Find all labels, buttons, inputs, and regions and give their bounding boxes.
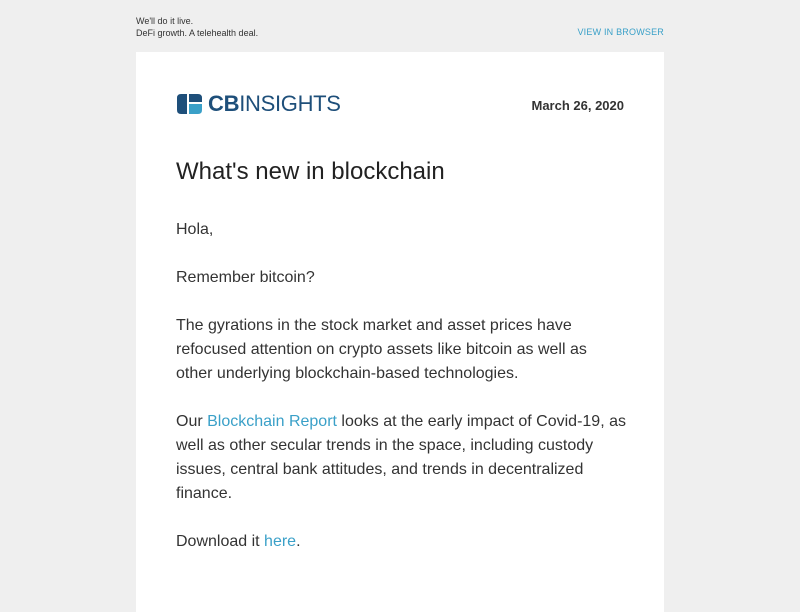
- cb-insights-logo[interactable]: CBINSIGHTS: [176, 92, 341, 116]
- blockchain-report-link[interactable]: Blockchain Report: [207, 413, 337, 430]
- paragraph-4: Download it here.: [176, 530, 626, 554]
- greeting: Hola,: [176, 221, 214, 238]
- preheader: We'll do it live. DeFi growth. A telehea…: [136, 15, 258, 39]
- email-card: CBINSIGHTS March 26, 2020 What's new in …: [136, 52, 664, 612]
- logo-insights: INSIGHTS: [239, 91, 341, 116]
- paragraph-2: The gyrations in the stock market and as…: [176, 317, 587, 382]
- paragraph-1: Remember bitcoin?: [176, 269, 315, 286]
- view-in-browser-link[interactable]: VIEW IN BROWSER: [577, 27, 664, 37]
- paragraph-4-end: .: [296, 533, 301, 550]
- cb-insights-logo-icon: [177, 94, 202, 114]
- paragraph-4-intro: Download it: [176, 533, 265, 550]
- email-title: What's new in blockchain: [176, 158, 445, 185]
- preheader-line-1: We'll do it live.: [136, 16, 194, 26]
- paragraph-3-intro: Our: [176, 413, 208, 430]
- paragraph-3: Our Blockchain Report looks at the early…: [176, 410, 626, 506]
- email-body: Hola, Remember bitcoin? The gyrations in…: [176, 218, 626, 578]
- logo-text: CBINSIGHTS: [208, 92, 341, 116]
- download-here-link[interactable]: here: [264, 533, 296, 550]
- preheader-line-2: DeFi growth. A telehealth deal.: [136, 28, 259, 38]
- email-date: March 26, 2020: [531, 98, 624, 113]
- logo-cb: CB: [208, 91, 240, 116]
